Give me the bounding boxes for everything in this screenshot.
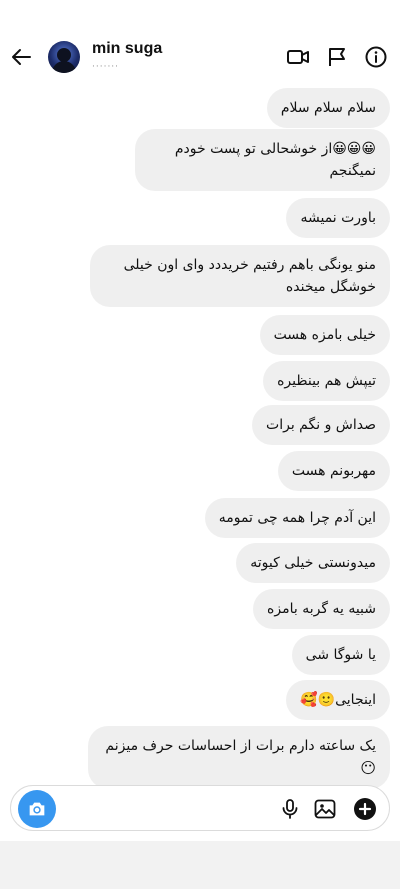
video-call-icon — [287, 50, 309, 64]
back-arrow-icon — [12, 49, 31, 65]
flag-icon — [329, 48, 345, 66]
message-bubble[interactable]: منو یونگی باهم رفتیم خریددد وای اون خیلی… — [90, 245, 390, 307]
message-text: 😀😀😀از خوشحالی تو پست خودم نمیگنجم — [174, 141, 376, 179]
message-text: صداش و نگم برات — [266, 417, 376, 433]
message-text: این آدم چرا همه چی تمومه — [218, 510, 376, 526]
message-text: میدونستی خیلی کیوته — [250, 555, 376, 571]
message-bubble[interactable]: صداش و نگم برات — [252, 405, 390, 445]
message-bubble[interactable]: تیپش هم بینظیره — [263, 361, 390, 401]
back-button[interactable] — [8, 44, 34, 70]
add-button[interactable] — [353, 797, 377, 821]
gallery-button[interactable] — [313, 797, 337, 821]
info-button[interactable] — [364, 45, 388, 69]
info-icon — [365, 46, 387, 68]
message-bubble[interactable]: مهربونم هست — [277, 451, 390, 491]
message-bubble[interactable]: باورت نمیشه — [286, 198, 390, 238]
message-text: یک ساعته دارم برات از احساسات حرف میزنم — [105, 738, 376, 754]
message-text: یا شوگا شی — [305, 647, 376, 663]
contact-status: ······· — [92, 62, 120, 72]
message-bubble[interactable]: شبیه یه گربه بامزه — [253, 589, 390, 629]
microphone-icon — [282, 799, 298, 819]
message-bubble[interactable]: خیلی بامزه هست — [259, 315, 390, 355]
message-text: سلام سلام سلام — [280, 100, 376, 116]
message-text: مهربونم هست — [291, 463, 376, 479]
gallery-icon — [314, 799, 336, 819]
message-text: تیپش هم بینظیره — [277, 373, 376, 389]
contact-username[interactable]: min suga — [92, 40, 162, 58]
video-call-button[interactable] — [286, 45, 310, 69]
message-bubble[interactable]: 😀😀😀از خوشحالی تو پست خودم نمیگنجم — [135, 129, 390, 191]
message-thread[interactable]: سلام سلام سلام 😀😀😀از خوشحالی تو پست خودم… — [0, 80, 400, 789]
message-emoji: 😶 — [360, 759, 376, 777]
camera-button[interactable] — [18, 790, 56, 828]
add-circle-icon — [354, 798, 376, 820]
report-button[interactable] — [325, 45, 349, 69]
message-bubble[interactable]: این آدم چرا همه چی تمومه — [204, 498, 390, 538]
message-text: خیلی بامزه هست — [273, 327, 376, 343]
message-text: شبیه یه گربه بامزه — [267, 601, 376, 617]
message-text: منو یونگی باهم رفتیم خریددد وای اون خیلی… — [123, 257, 376, 295]
message-text: اینجایی🙂🥰 — [300, 692, 376, 708]
message-text: باورت نمیشه — [300, 210, 376, 226]
chat-header: min suga ······· — [0, 0, 400, 80]
camera-icon — [29, 802, 45, 816]
message-bubble[interactable]: سلام سلام سلام — [266, 88, 390, 128]
message-input[interactable] — [67, 796, 267, 822]
message-bubble[interactable]: اینجایی🙂🥰 — [286, 680, 390, 720]
voice-message-button[interactable] — [278, 797, 302, 821]
message-bubble[interactable]: میدونستی خیلی کیوته — [236, 543, 390, 583]
system-navigation-bar — [0, 841, 400, 889]
message-composer — [10, 785, 390, 831]
message-bubble[interactable]: یا شوگا شی — [291, 635, 390, 675]
avatar[interactable] — [48, 41, 80, 73]
message-bubble[interactable]: یک ساعته دارم برات از احساسات حرف میزنم … — [88, 726, 390, 789]
